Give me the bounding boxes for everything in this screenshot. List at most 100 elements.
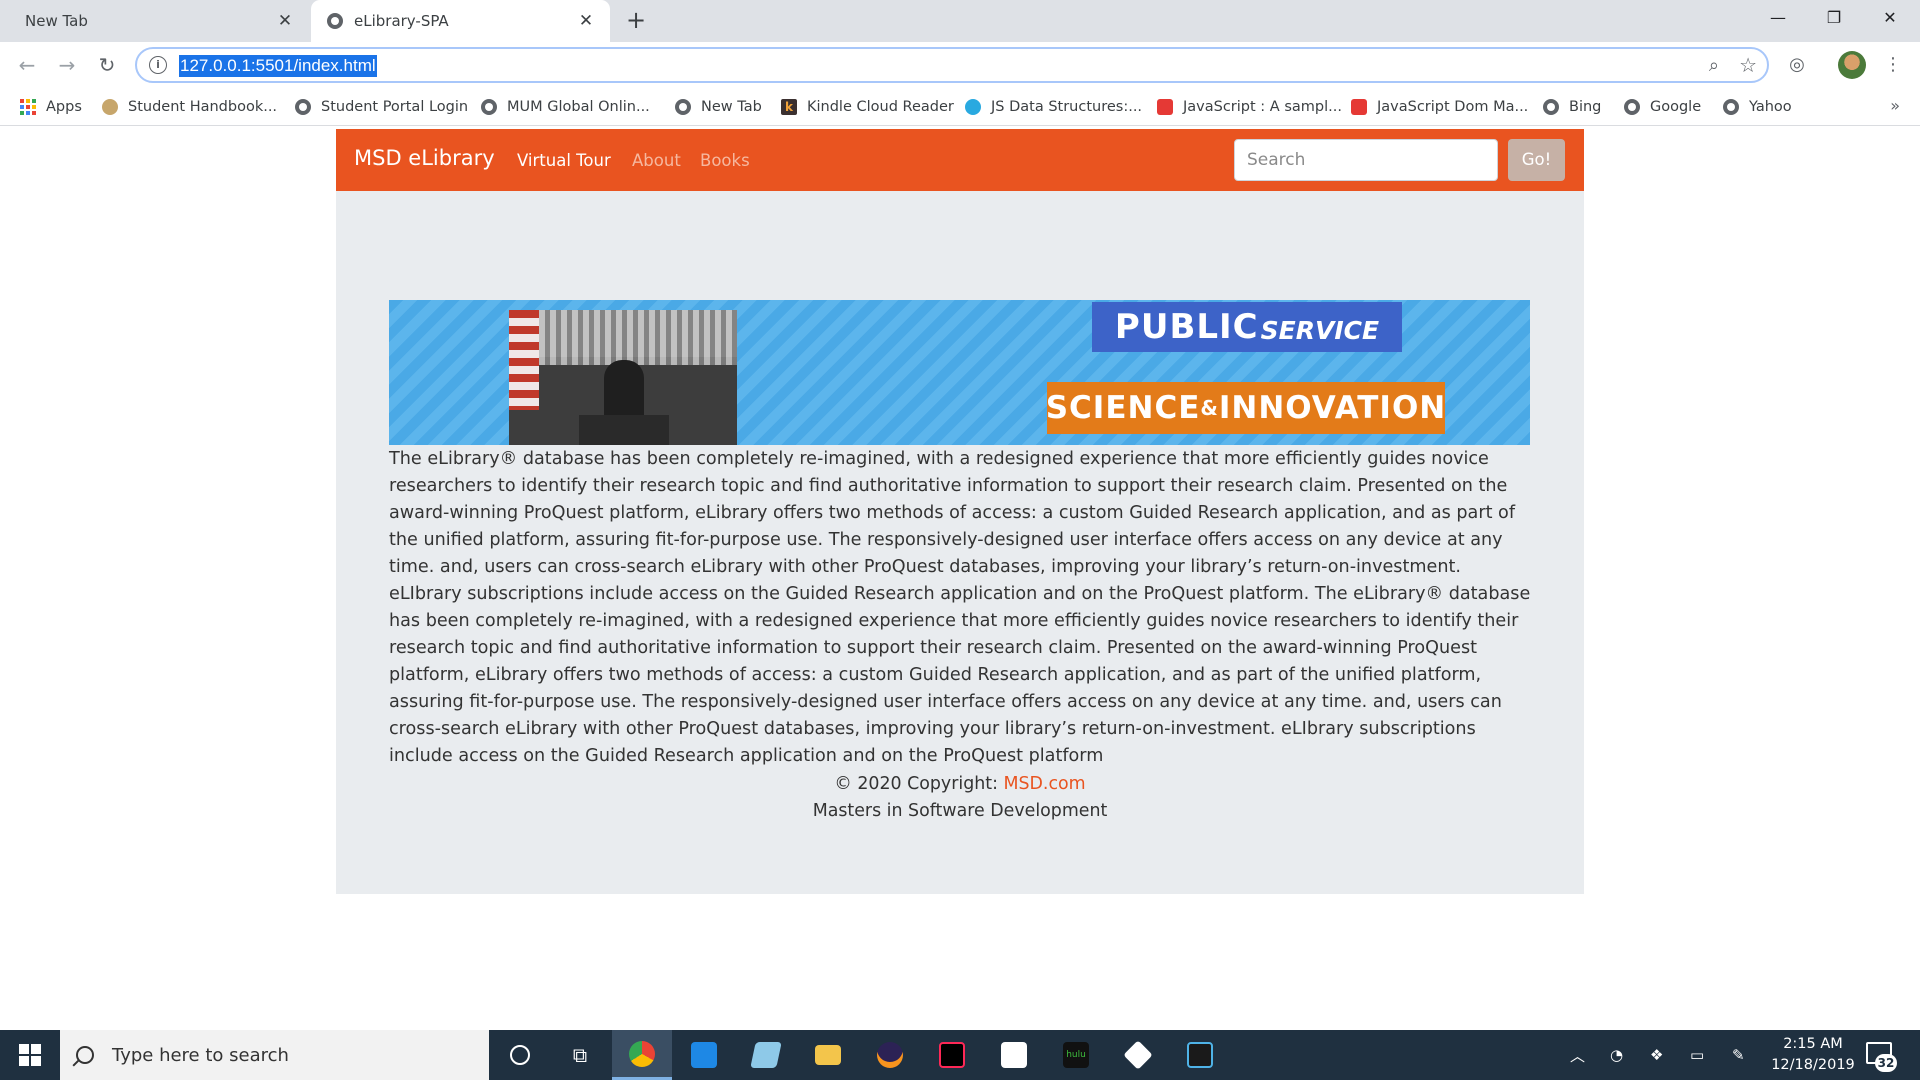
eclipse-icon[interactable] bbox=[860, 1030, 920, 1080]
bookmark-google[interactable]: Google bbox=[1624, 96, 1701, 118]
new-tab-button[interactable]: + bbox=[624, 8, 648, 33]
bookmark-yahoo[interactable]: Yahoo bbox=[1723, 96, 1792, 118]
speaker-graphic bbox=[604, 360, 644, 420]
bookmark-student-handbook[interactable]: Student Handbook... bbox=[102, 96, 277, 118]
bookmark-kindle[interactable]: k Kindle Cloud Reader bbox=[781, 96, 954, 118]
globe-icon bbox=[295, 99, 311, 115]
bookmark-javascript-dom[interactable]: JavaScript Dom Ma... bbox=[1351, 96, 1528, 118]
clock-time: 2:15 AM bbox=[1783, 1036, 1843, 1052]
kindle-icon: k bbox=[781, 99, 797, 115]
file-explorer-icon[interactable] bbox=[798, 1030, 858, 1080]
reload-icon[interactable]: ↻ bbox=[93, 51, 121, 79]
close-tab-icon[interactable]: ✕ bbox=[275, 11, 295, 31]
menu-dots-icon[interactable]: ⋮ bbox=[1880, 52, 1906, 78]
go-button[interactable]: Go! bbox=[1508, 139, 1565, 181]
bookmark-bing[interactable]: Bing bbox=[1543, 96, 1601, 118]
bookmark-star-icon[interactable]: ☆ bbox=[1739, 53, 1757, 77]
back-arrow-icon[interactable]: ← bbox=[13, 51, 41, 79]
site-brand[interactable]: MSD eLibrary bbox=[354, 146, 495, 170]
battery-icon[interactable]: ▭ bbox=[1690, 1030, 1704, 1080]
banner-service-text: SERVICE bbox=[1260, 315, 1380, 345]
git-app-icon[interactable] bbox=[1108, 1030, 1168, 1080]
nav-books[interactable]: Books bbox=[700, 151, 750, 170]
restore-icon[interactable]: ❐ bbox=[1814, 4, 1854, 32]
tab-elibrary-spa[interactable]: eLibrary-SPA ✕ bbox=[311, 0, 610, 42]
intellij-icon[interactable] bbox=[922, 1030, 982, 1080]
copyright-line: © 2020 Copyright: MSD.com bbox=[336, 771, 1584, 798]
bookmark-mum-global[interactable]: MUM Global Onlin... bbox=[481, 96, 650, 118]
banner-science-text: SCIENCE bbox=[1045, 390, 1201, 426]
speech-photo bbox=[509, 310, 737, 445]
taskbar-clock[interactable]: 2:15 AM 12/18/2019 bbox=[1768, 1034, 1858, 1076]
search-icon bbox=[76, 1046, 94, 1064]
task-view-icon[interactable]: ⧉ bbox=[550, 1030, 610, 1080]
site-info-icon[interactable]: i bbox=[149, 56, 167, 74]
chevron-up-icon[interactable]: ︿ bbox=[1570, 1030, 1585, 1080]
cortana-icon[interactable] bbox=[490, 1030, 550, 1080]
hulu-icon[interactable]: hulu bbox=[1046, 1030, 1106, 1080]
address-bar[interactable]: i 127.0.0.1:5501/index.html ⌕ ☆ bbox=[135, 47, 1769, 83]
tab-title: New Tab bbox=[25, 12, 88, 30]
zoom-icon[interactable]: ⌕ bbox=[1709, 55, 1719, 76]
taskbar-search-placeholder: Type here to search bbox=[112, 1044, 289, 1066]
bookmark-label: New Tab bbox=[701, 99, 762, 115]
js-c-icon bbox=[1351, 99, 1367, 115]
handbook-icon bbox=[102, 99, 118, 115]
extension-icon[interactable]: ◎ bbox=[1784, 52, 1810, 78]
bookmark-student-portal[interactable]: Student Portal Login bbox=[295, 96, 468, 118]
bookmark-label: JS Data Structures:... bbox=[991, 99, 1143, 115]
site-navbar: MSD eLibrary Virtual Tour About Books Go… bbox=[336, 129, 1584, 191]
js-icon bbox=[1157, 99, 1173, 115]
tab-title: eLibrary-SPA bbox=[354, 12, 449, 30]
bookmark-label: Apps bbox=[46, 99, 82, 115]
kindle-app-icon[interactable] bbox=[1170, 1030, 1230, 1080]
hero-banner: PUBLIC SERVICE SCIENCE & INNOVATION bbox=[389, 300, 1530, 445]
chrome-icon[interactable] bbox=[612, 1030, 672, 1080]
bookmark-label: Student Handbook... bbox=[128, 99, 278, 115]
url-text[interactable]: 127.0.0.1:5501/index.html bbox=[179, 55, 377, 77]
podium-graphic bbox=[579, 415, 669, 445]
copyright-link[interactable]: MSD.com bbox=[1003, 774, 1085, 794]
windows-start-icon[interactable] bbox=[0, 1030, 60, 1080]
profile-avatar[interactable] bbox=[1838, 51, 1866, 79]
public-service-label: PUBLIC SERVICE bbox=[1092, 302, 1402, 352]
bookmark-label: JavaScript Dom Ma... bbox=[1377, 99, 1529, 115]
bookmark-label: Kindle Cloud Reader bbox=[807, 99, 954, 115]
clock-date: 12/18/2019 bbox=[1771, 1057, 1855, 1073]
bookmark-label: Student Portal Login bbox=[321, 99, 469, 115]
science-innovation-label: SCIENCE & INNOVATION bbox=[1045, 382, 1445, 434]
chevron-right-double-icon[interactable]: » bbox=[1890, 96, 1900, 115]
bookmark-label: Bing bbox=[1569, 99, 1602, 115]
close-window-icon[interactable]: ✕ bbox=[1870, 4, 1910, 32]
notification-count-badge: 32 bbox=[1875, 1054, 1897, 1072]
banner-public-text: PUBLIC bbox=[1114, 307, 1259, 347]
wifi-icon[interactable]: ◔ bbox=[1610, 1030, 1623, 1080]
footer-tagline: Masters in Software Development bbox=[812, 801, 1108, 821]
notes-app-icon[interactable] bbox=[736, 1030, 796, 1080]
dropbox-icon[interactable]: ❖ bbox=[1650, 1030, 1663, 1080]
windows-taskbar: Type here to search ⧉ hulu ︿ ◔ ❖ ▭ ✎ 2:1… bbox=[0, 1030, 1920, 1080]
description-paragraph: The eLibrary® database has been complete… bbox=[389, 449, 1531, 766]
bookmark-javascript-sample[interactable]: JavaScript : A sampl... bbox=[1157, 96, 1342, 118]
bookmark-new-tab[interactable]: New Tab bbox=[675, 96, 762, 118]
nav-virtual-tour[interactable]: Virtual Tour bbox=[517, 151, 611, 170]
bookmark-label: Yahoo bbox=[1749, 99, 1792, 115]
nav-about[interactable]: About bbox=[632, 151, 681, 170]
copyright-text: © 2020 Copyright: bbox=[834, 774, 1004, 794]
forward-arrow-icon[interactable]: → bbox=[53, 51, 81, 79]
bookmark-js-data-structures[interactable]: JS Data Structures:... bbox=[965, 96, 1142, 118]
bookmarks-bar: Apps Student Handbook... Student Portal … bbox=[0, 88, 1920, 126]
bookmark-label: JavaScript : A sampl... bbox=[1183, 99, 1342, 115]
pen-icon[interactable]: ✎ bbox=[1732, 1030, 1745, 1080]
flag-graphic bbox=[509, 310, 539, 410]
bookmark-label: Google bbox=[1650, 99, 1702, 115]
store-icon[interactable] bbox=[984, 1030, 1044, 1080]
taskbar-search[interactable]: Type here to search bbox=[60, 1030, 489, 1080]
globe-icon bbox=[327, 13, 343, 29]
minimize-icon[interactable]: — bbox=[1758, 4, 1798, 32]
close-tab-icon[interactable]: ✕ bbox=[576, 11, 596, 31]
search-input[interactable] bbox=[1234, 139, 1498, 181]
tab-new-tab[interactable]: New Tab ✕ bbox=[0, 0, 309, 42]
bookmark-apps[interactable]: Apps bbox=[20, 96, 82, 118]
vscode-icon[interactable] bbox=[674, 1030, 734, 1080]
